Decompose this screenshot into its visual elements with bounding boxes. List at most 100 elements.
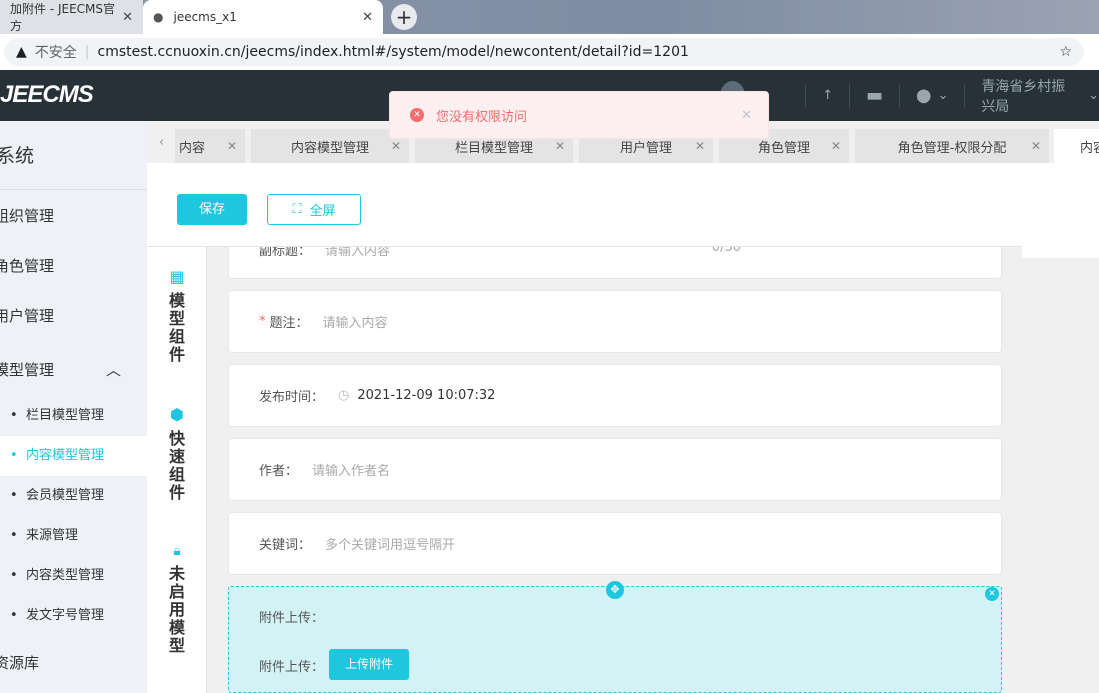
close-icon[interactable]: ✕ [831, 139, 841, 153]
publish-time-input[interactable]: 2021-12-09 10:07:32 [357, 388, 495, 403]
palette-icon[interactable]: ● [916, 85, 932, 106]
sidebar-subitem[interactable]: • 栏目模型管理 [0, 396, 147, 436]
clock-icon: ◷ [338, 388, 350, 403]
label: 栏目模型管理 [25, 408, 104, 423]
label: 内容 [1080, 140, 1099, 156]
sidebar: 系统 组织管理 角色管理 用户管理 模型管理 ︿ • 栏目模型管理 • 内容模型管… [0, 121, 147, 693]
error-icon: ✕ [410, 108, 424, 122]
sidebar-subitem[interactable]: • 来源管理 [0, 516, 147, 556]
warning-icon: ▲ [16, 44, 27, 60]
tab[interactable]: 内容模型管理 ✕ [251, 129, 409, 163]
header-actions: ↑ ▬ ● ⌄ 青海省乡村振兴局 ⌄ [720, 70, 1099, 121]
label: 发布时间： [259, 390, 325, 405]
url-input[interactable]: ▲ 不安全 | cmstest.ccnuoxin.cn/jeecms/index… [4, 38, 1084, 66]
label: 来源管理 [25, 528, 78, 543]
remove-icon[interactable]: ✕ [985, 587, 999, 601]
label: 全屏 [309, 204, 336, 219]
author-field: 作者： 请输入作者名 [228, 438, 1002, 501]
label: 角色管理-权限分配 [897, 140, 1007, 156]
tab-title: 加附件 - JEECMS官方 [10, 2, 116, 33]
close-icon[interactable]: ✕ [391, 139, 401, 153]
close-icon[interactable]: ✕ [695, 139, 705, 153]
tab[interactable]: 角色管理-权限分配 ✕ [855, 129, 1049, 163]
label: 内容 [179, 140, 206, 156]
note-field: * 题注： 请输入内容 [228, 290, 1002, 353]
close-icon[interactable]: ✕ [122, 10, 133, 25]
upload-attachment-button[interactable]: 上传附件 [329, 649, 409, 680]
model-components-group[interactable]: ▦ 模型组件 [147, 267, 207, 364]
tab[interactable]: 内容 ✕ [175, 129, 245, 163]
chevron-up-icon: ︿ [106, 361, 122, 379]
label: 用户管理 [619, 140, 672, 156]
fullscreen-icon: ⛶ [292, 202, 302, 217]
label: 内容模型管理 [290, 140, 369, 156]
label: 快速组件 [169, 429, 186, 502]
star-icon[interactable]: ☆ [1059, 44, 1072, 60]
required-mark: * [259, 314, 266, 329]
sidebar-subitem-active[interactable]: • 内容模型管理 [0, 436, 147, 476]
label: 栏目模型管理 [454, 140, 533, 156]
label: 会员模型管理 [25, 488, 104, 503]
close-icon[interactable]: ✕ [555, 139, 565, 153]
chevron-down-icon[interactable]: ⌄ [938, 88, 949, 103]
chevron-down-icon[interactable]: ⌄ [1088, 88, 1099, 103]
label: 角色管理 [757, 140, 810, 156]
url-text: cmstest.ccnuoxin.cn/jeecms/index.html#/s… [97, 44, 689, 60]
keywords-field: 关键词： 多个关键词用逗号隔开 [228, 512, 1002, 575]
scroll-left-icon[interactable]: ‹ [159, 135, 164, 150]
publish-time-field: 发布时间： ◷ 2021-12-09 10:07:32 [228, 364, 1002, 427]
security-label: 不安全 [34, 45, 77, 61]
fullscreen-button[interactable]: ⛶ 全屏 [267, 194, 361, 225]
monitor-icon[interactable]: ▬ [866, 85, 883, 106]
sidebar-item[interactable]: 组织管理 [0, 205, 141, 226]
divider [805, 83, 807, 108]
label: 内容类型管理 [25, 568, 104, 583]
label: 题注： [269, 316, 309, 331]
keywords-input[interactable]: 多个关键词用逗号隔开 [325, 534, 455, 553]
logo: JEECMS [0, 81, 94, 108]
sidebar-item[interactable]: 资源库 [0, 652, 141, 673]
close-icon[interactable]: ✕ [741, 108, 752, 123]
divider [899, 83, 900, 108]
unused-models-group[interactable]: 🔒︎ 未启用模型 [147, 543, 207, 655]
attachment-title: 附件上传： [259, 611, 325, 626]
divider [0, 189, 147, 190]
save-button[interactable]: 保存 [177, 194, 247, 225]
globe-icon: ● [153, 10, 164, 24]
tab-active[interactable]: 内容 [1054, 129, 1099, 163]
label: 内容模型管理 [25, 448, 104, 463]
sidebar-title: 系统 [0, 145, 35, 167]
quick-components-group[interactable]: ⬢ 快速组件 [147, 405, 207, 502]
right-panel [1022, 163, 1099, 258]
label: 模型管理 [0, 361, 55, 379]
label: 附件上传： [259, 660, 325, 675]
grid-icon: ▦ [169, 267, 185, 286]
sidebar-item-model[interactable]: 模型管理 ︿ [0, 359, 141, 380]
browser-tab-active[interactable]: ● jeecms_x1 ✕ [143, 0, 383, 34]
sidebar-item[interactable]: 角色管理 [0, 255, 141, 276]
lock-icon: 🔒︎ [173, 543, 181, 559]
sidebar-subitem[interactable]: • 会员模型管理 [0, 476, 147, 516]
divider [964, 83, 966, 108]
sidebar-subitem[interactable]: • 发文字号管理 [0, 596, 147, 636]
label: 模型组件 [169, 291, 186, 364]
note-input[interactable]: 请输入内容 [323, 312, 388, 331]
divider [849, 83, 850, 108]
new-tab-button[interactable]: + [391, 4, 417, 30]
org-selector[interactable]: 青海省乡村振兴局 [981, 76, 1076, 116]
component-panel: ▦ 模型组件 ⬢ 快速组件 🔒︎ 未启用模型 [147, 247, 207, 693]
drag-handle-icon[interactable]: ✥ [606, 581, 624, 599]
browser-tab[interactable]: 加附件 - JEECMS官方 ✕ [0, 0, 143, 34]
upload-icon[interactable]: ↑ [822, 88, 833, 103]
close-icon[interactable]: ✕ [362, 10, 373, 25]
tab-title: jeecms_x1 [173, 10, 237, 24]
close-icon[interactable]: ✕ [227, 139, 237, 153]
author-input[interactable]: 请输入作者名 [312, 460, 390, 479]
label: 作者： [259, 464, 299, 479]
alert-message: 您没有权限访问 [436, 109, 528, 125]
close-icon[interactable]: ✕ [1031, 139, 1041, 153]
sidebar-subitem[interactable]: • 内容类型管理 [0, 556, 147, 596]
label: 发文字号管理 [25, 608, 104, 623]
cube-icon: ⬢ [170, 405, 184, 424]
sidebar-item[interactable]: 用户管理 [0, 305, 141, 326]
